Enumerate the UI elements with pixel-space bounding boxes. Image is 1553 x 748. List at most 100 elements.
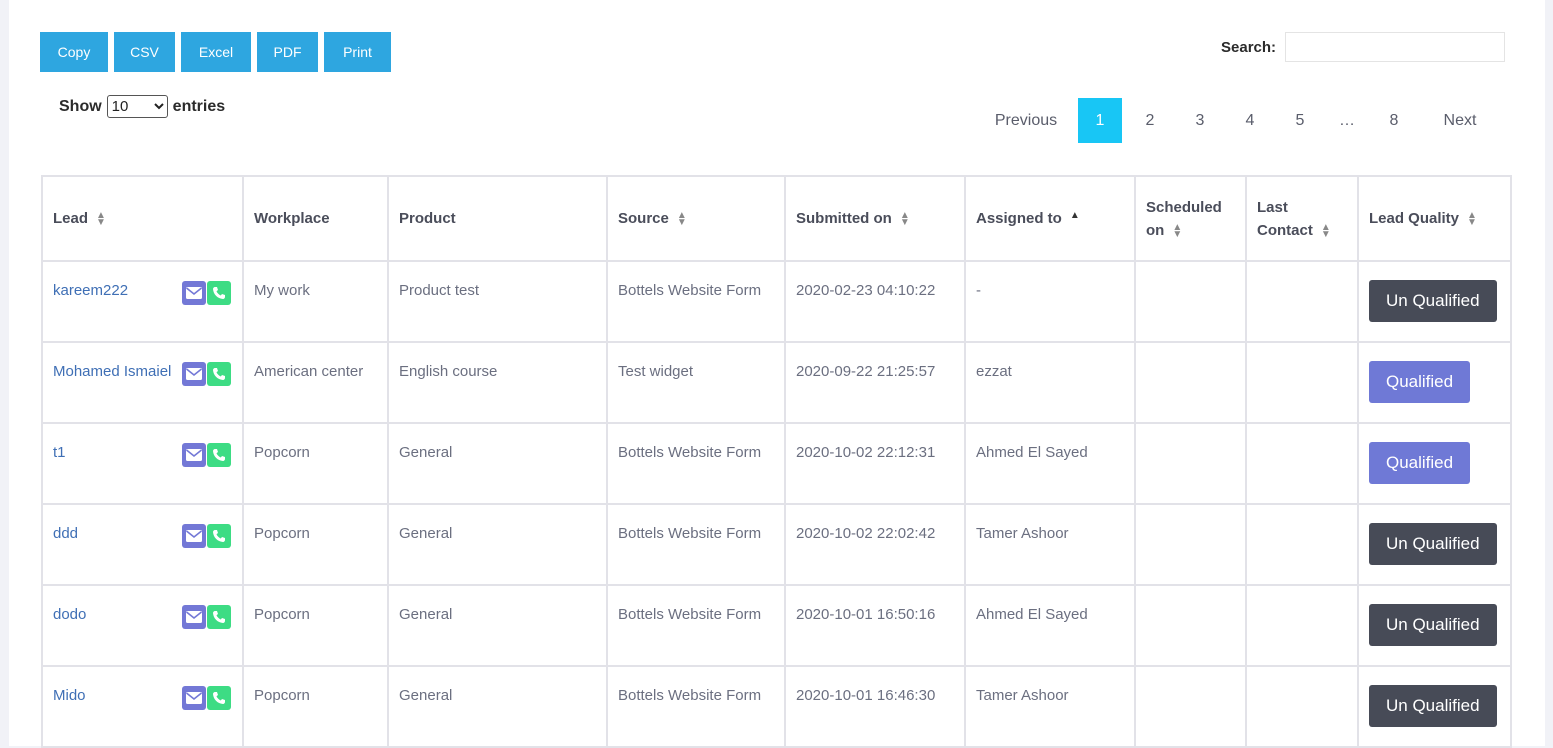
- mail-icon[interactable]: [182, 524, 206, 548]
- page-3-button[interactable]: 3: [1175, 98, 1225, 143]
- phone-icon[interactable]: [207, 443, 231, 467]
- source-cell: Test widget: [606, 341, 786, 424]
- header-product-label: Product: [399, 210, 456, 227]
- page-2-button[interactable]: 2: [1125, 98, 1175, 143]
- lead-cell: Mohamed Ismaiel: [41, 341, 244, 424]
- contact-icons: [182, 686, 231, 710]
- workplace-cell: Popcorn: [242, 503, 389, 586]
- page-4-button[interactable]: 4: [1225, 98, 1275, 143]
- pdf-button[interactable]: PDF: [257, 32, 318, 72]
- header-quality-label: Lead Quality: [1369, 210, 1460, 227]
- lead-link[interactable]: Mohamed Ismaiel: [53, 363, 171, 380]
- last-contact-cell: [1245, 260, 1359, 343]
- phone-icon[interactable]: [207, 281, 231, 305]
- workplace-cell: My work: [242, 260, 389, 343]
- lead-cell: Mido: [41, 665, 244, 748]
- submitted-cell: 2020-10-02 22:02:42: [784, 503, 966, 586]
- csv-button[interactable]: CSV: [114, 32, 175, 72]
- header-last-label-2: Contact: [1257, 221, 1313, 239]
- header-source[interactable]: Source ▲ ▼: [606, 175, 786, 262]
- mail-icon[interactable]: [182, 362, 206, 386]
- header-last-contact[interactable]: Last Contact ▲ ▼: [1245, 175, 1359, 262]
- scheduled-cell: [1134, 584, 1247, 667]
- table-row: Mohamed Ismaiel American center English …: [41, 341, 1512, 424]
- last-contact-cell: [1245, 584, 1359, 667]
- contact-icons: [182, 362, 231, 386]
- last-contact-cell: [1245, 503, 1359, 586]
- leads-card: Copy CSV Excel PDF Print Search: Show 10…: [9, 0, 1545, 748]
- lead-cell: t1: [41, 422, 244, 505]
- sort-asc-icon: ▲▼: [1069, 210, 1080, 222]
- header-scheduled-label-2: on: [1146, 221, 1165, 239]
- scheduled-cell: [1134, 341, 1247, 424]
- entries-label: entries: [172, 97, 226, 115]
- sort-icon: ▲ ▼: [1172, 221, 1183, 240]
- submitted-cell: 2020-10-01 16:46:30: [784, 665, 966, 748]
- header-lead-quality[interactable]: Lead Quality ▲ ▼: [1357, 175, 1512, 262]
- phone-icon[interactable]: [207, 686, 231, 710]
- header-assigned-to[interactable]: Assigned to ▲▼: [964, 175, 1136, 262]
- workplace-cell: American center: [242, 341, 389, 424]
- lead-quality-button[interactable]: Qualified: [1369, 442, 1471, 484]
- source-cell: Bottels Website Form: [606, 260, 786, 343]
- next-page-button[interactable]: Next: [1419, 98, 1501, 143]
- header-lead[interactable]: Lead ▲ ▼: [41, 175, 244, 262]
- previous-page-button[interactable]: Previous: [974, 98, 1078, 143]
- lead-cell: ddd: [41, 503, 244, 586]
- header-source-label: Source: [618, 210, 669, 227]
- submitted-cell: 2020-02-23 04:10:22: [784, 260, 966, 343]
- page-5-button[interactable]: 5: [1275, 98, 1325, 143]
- lead-link[interactable]: dodo: [53, 606, 86, 623]
- excel-button[interactable]: Excel: [181, 32, 251, 72]
- phone-icon[interactable]: [207, 524, 231, 548]
- last-contact-cell: [1245, 665, 1359, 748]
- assigned-cell: -: [964, 260, 1136, 343]
- lead-quality-button[interactable]: Un Qualified: [1369, 523, 1497, 565]
- table-row: kareem222 My work Product test Bottels W…: [41, 260, 1512, 343]
- print-button[interactable]: Print: [324, 32, 391, 72]
- lead-link[interactable]: kareem222: [53, 282, 128, 299]
- product-cell: General: [387, 503, 608, 586]
- quality-cell: Qualified: [1357, 341, 1512, 424]
- lead-quality-button[interactable]: Un Qualified: [1369, 280, 1497, 322]
- phone-icon[interactable]: [207, 605, 231, 629]
- product-cell: General: [387, 665, 608, 748]
- lead-link[interactable]: ddd: [53, 525, 78, 542]
- page-8-button[interactable]: 8: [1369, 98, 1419, 143]
- phone-icon[interactable]: [207, 362, 231, 386]
- contact-icons: [182, 281, 231, 305]
- mail-icon[interactable]: [182, 605, 206, 629]
- assigned-cell: Tamer Ashoor: [964, 665, 1136, 748]
- submitted-cell: 2020-10-02 22:12:31: [784, 422, 966, 505]
- scheduled-cell: [1134, 260, 1247, 343]
- lead-quality-button[interactable]: Qualified: [1369, 361, 1471, 403]
- mail-icon[interactable]: [182, 281, 206, 305]
- source-cell: Bottels Website Form: [606, 503, 786, 586]
- lead-quality-button[interactable]: Un Qualified: [1369, 685, 1497, 727]
- entries-length: Show 10 entries: [59, 95, 225, 118]
- lead-link[interactable]: t1: [53, 444, 66, 461]
- page-1-button[interactable]: 1: [1078, 98, 1122, 143]
- header-submitted-on[interactable]: Submitted on ▲ ▼: [784, 175, 966, 262]
- copy-button[interactable]: Copy: [40, 32, 108, 72]
- table-body: kareem222 My work Product test Bottels W…: [41, 260, 1512, 748]
- search-input[interactable]: [1285, 32, 1506, 62]
- scheduled-cell: [1134, 422, 1247, 505]
- lead-link[interactable]: Mido: [53, 687, 86, 704]
- source-cell: Bottels Website Form: [606, 422, 786, 505]
- assigned-cell: Ahmed El Sayed: [964, 584, 1136, 667]
- header-last-label-1: Last: [1257, 198, 1288, 216]
- header-scheduled-on[interactable]: Scheduled on ▲ ▼: [1134, 175, 1247, 262]
- quality-cell: Un Qualified: [1357, 260, 1512, 343]
- quality-cell: Un Qualified: [1357, 503, 1512, 586]
- leads-table: Lead ▲ ▼ Workplace Product Source ▲ ▼ Submit…: [41, 175, 1512, 748]
- entries-select[interactable]: 10: [106, 95, 168, 118]
- header-lead-label: Lead: [53, 210, 89, 227]
- mail-icon[interactable]: [182, 686, 206, 710]
- lead-cell: kareem222: [41, 260, 244, 343]
- mail-icon[interactable]: [182, 443, 206, 467]
- scheduled-cell: [1134, 503, 1247, 586]
- last-contact-cell: [1245, 341, 1359, 424]
- header-scheduled-label-1: Scheduled: [1146, 198, 1222, 216]
- lead-quality-button[interactable]: Un Qualified: [1369, 604, 1497, 646]
